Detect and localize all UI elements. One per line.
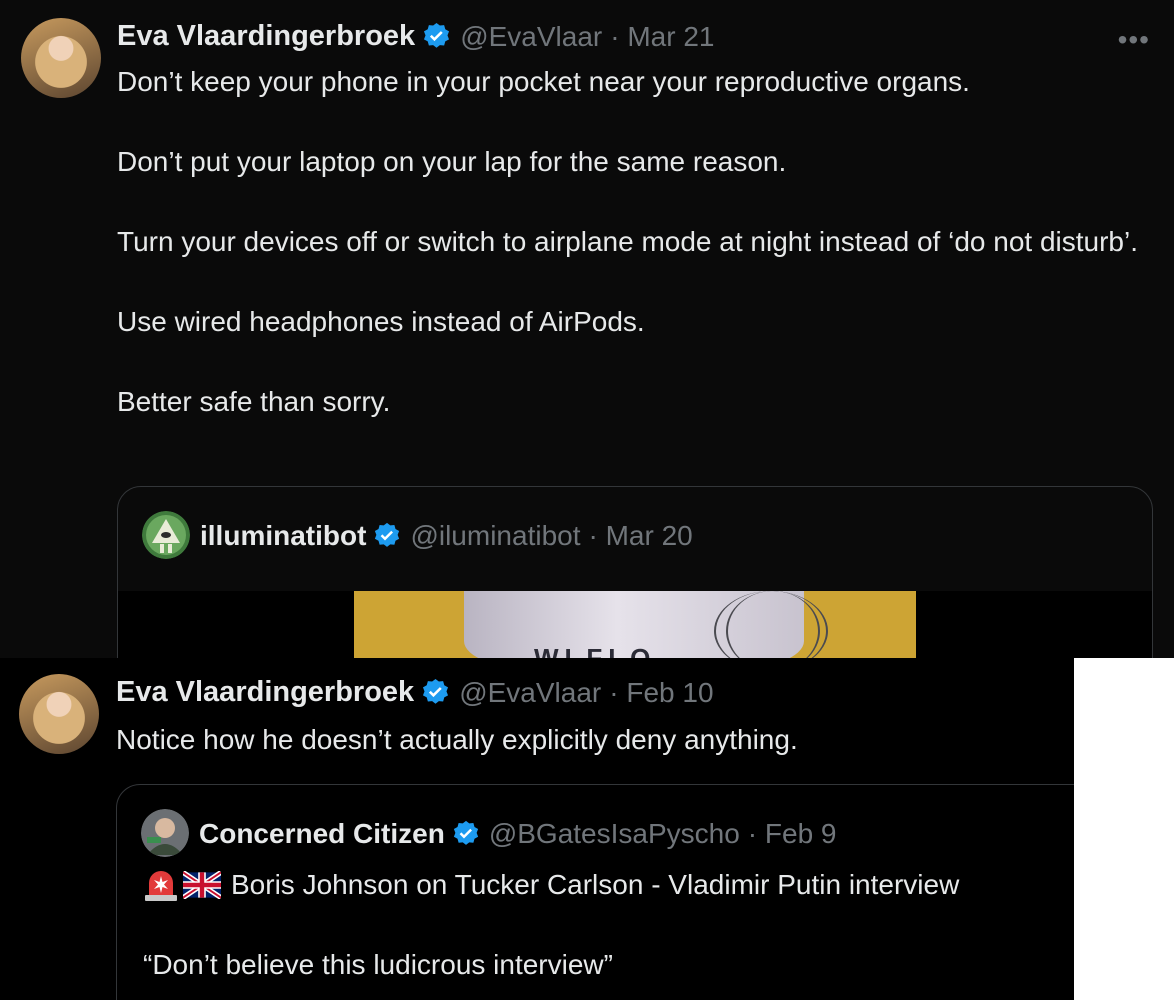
quoted-tweet-header: Concerned Citizen @BGatesIsaPyscho · Feb… — [199, 818, 837, 850]
quoted-tweet-date[interactable]: · Feb 9 — [748, 818, 837, 850]
author-name[interactable]: Eva Vlaardingerbroek — [117, 20, 415, 53]
screenshot-blank-area — [1074, 658, 1174, 1000]
tweet-header: Eva Vlaardingerbroek @EvaVlaar · Feb 10 — [116, 676, 714, 709]
uk-flag-icon — [183, 871, 221, 899]
author-handle[interactable]: @EvaVlaar — [459, 677, 601, 709]
author-name[interactable]: Eva Vlaardingerbroek — [116, 676, 414, 709]
quoted-tweet[interactable]: Concerned Citizen @BGatesIsaPyscho · Feb… — [116, 784, 1074, 1000]
quoted-tweet-date[interactable]: · Mar 20 — [589, 520, 693, 552]
tweet-text: Don’t keep your phone in your pocket nea… — [117, 66, 1139, 417]
author-avatar[interactable] — [19, 674, 99, 754]
tweet-eva-mar21[interactable]: Eva Vlaardingerbroek @EvaVlaar · Mar 21 … — [0, 0, 1174, 658]
quoted-author-name[interactable]: illuminatibot — [200, 520, 366, 552]
tweet-text: Notice how he doesn’t actually explicitl… — [116, 724, 798, 755]
tweet-eva-feb10[interactable]: Eva Vlaardingerbroek @EvaVlaar · Feb 10 … — [0, 658, 1074, 1000]
verified-badge-icon — [453, 820, 478, 845]
quoted-tweet-text-line2: “Don’t believe this ludicrous interview” — [143, 949, 613, 980]
concerned-citizen-avatar-icon[interactable] — [141, 809, 189, 857]
quoted-media[interactable]: WLFLO — [118, 591, 1152, 658]
verified-badge-icon — [423, 678, 449, 704]
tweet-date[interactable]: · Mar 21 — [610, 21, 714, 53]
quoted-tweet-text-line1: Boris Johnson on Tucker Carlson - Vladim… — [231, 869, 960, 900]
illuminati-avatar-icon[interactable] — [142, 511, 190, 559]
author-avatar[interactable] — [21, 18, 101, 98]
tweet-date[interactable]: · Feb 10 — [609, 677, 713, 709]
quoted-tweet[interactable]: illuminatibot @iluminatibot · Mar 20 WLF… — [117, 486, 1153, 658]
quoted-tweet-line1: Boris Johnson on Tucker Carlson - Vladim… — [143, 869, 959, 901]
verified-badge-icon — [375, 522, 400, 547]
tweet-header: Eva Vlaardingerbroek @EvaVlaar · Mar 21 — [117, 20, 714, 53]
siren-icon — [145, 871, 177, 901]
quoted-author-handle[interactable]: @BGatesIsaPyscho — [489, 818, 740, 850]
quoted-tweet-header: illuminatibot @iluminatibot · Mar 20 — [200, 520, 693, 552]
quoted-author-name[interactable]: Concerned Citizen — [199, 818, 445, 850]
more-options-icon[interactable]: ••• — [1118, 24, 1150, 56]
quoted-author-handle[interactable]: @iluminatibot — [410, 520, 580, 552]
author-handle[interactable]: @EvaVlaar — [460, 21, 602, 53]
media-label: WLFLO — [534, 643, 657, 658]
media-thumbnail[interactable]: WLFLO — [354, 591, 916, 658]
verified-badge-icon — [424, 22, 450, 48]
